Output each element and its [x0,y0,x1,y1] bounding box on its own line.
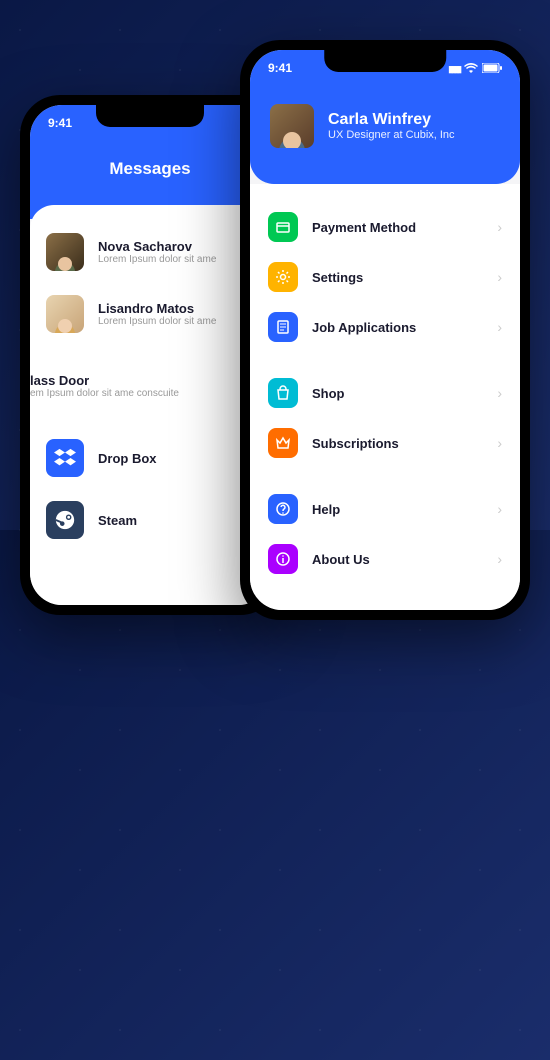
dropbox-icon [46,439,84,477]
card-icon [268,212,298,242]
menu-label: Subscriptions [312,436,483,451]
profile-subtitle: UX Designer at Cubix, Inc [328,129,455,141]
menu-label: Settings [312,270,483,285]
messages-list: Nova Sacharov Lorem Ipsum dolor sit ame … [30,205,270,605]
message-sender: lass Door [30,373,227,388]
menu-label: Help [312,502,483,517]
status-time: 9:41 [48,116,72,130]
menu-item-subscriptions[interactable]: Subscriptions › [250,418,520,468]
chevron-right-icon: › [497,269,502,285]
avatar [46,233,84,271]
phone-profile: 9:41 Carla Winfrey UX Designer at Cubix,… [240,40,530,620]
menu-item-shop[interactable]: Shop › [250,368,520,418]
message-text: Drop Box [98,451,254,466]
message-item[interactable]: Drop Box [30,427,270,489]
menu-label: Shop [312,386,483,401]
screen-profile: 9:41 Carla Winfrey UX Designer at Cubix,… [250,50,520,610]
message-preview: Lorem Ipsum dolor sit ame [98,316,254,327]
message-preview: em Ipsum dolor sit ame conscuite [30,388,227,399]
gap [30,411,270,427]
menu-item-settings[interactable]: Settings › [250,252,520,302]
message-item[interactable]: Lisandro Matos Lorem Ipsum dolor sit ame [30,283,270,345]
chevron-right-icon: › [497,551,502,567]
menu-item-about-us[interactable]: About Us › [250,534,520,584]
signal-icon [448,61,460,75]
message-text: Nova Sacharov Lorem Ipsum dolor sit ame [98,239,254,265]
menu-label: Job Applications [312,320,483,335]
message-sender: Lisandro Matos [98,301,254,316]
wifi-icon [464,63,478,73]
profile-name: Carla Winfrey [328,111,455,129]
help-icon [268,494,298,524]
chevron-right-icon: › [497,501,502,517]
crown-icon [268,428,298,458]
message-item[interactable]: Steam [30,489,270,551]
message-sender: Nova Sacharov [98,239,254,254]
gap [30,345,270,361]
profile-menu: Payment Method›Settings›Job Applications… [250,184,520,610]
doc-icon [268,312,298,342]
gear-icon [268,262,298,292]
status-time: 9:41 [268,61,292,75]
notch [96,105,204,127]
chevron-right-icon: › [497,435,502,451]
menu-item-job-applications[interactable]: Job Applications › [250,302,520,352]
message-text: Lisandro Matos Lorem Ipsum dolor sit ame [98,301,254,327]
profile-info: Carla Winfrey UX Designer at Cubix, Inc [328,111,455,141]
menu-gap [250,468,520,484]
battery-icon [482,63,502,73]
menu-gap [250,352,520,368]
menu-item-help[interactable]: Help › [250,484,520,534]
screen-messages: 9:41 Messages Nova Sacharov Lorem Ipsum … [30,105,270,605]
bag-icon [268,378,298,408]
message-sender: Drop Box [98,451,254,466]
menu-item-refer-a-friend[interactable]: Refer a Friend› [250,600,520,610]
message-text: Steam [98,513,254,528]
message-item[interactable]: lass Door em Ipsum dolor sit ame conscui… [30,361,270,411]
menu-label: Payment Method [312,220,483,235]
message-text: lass Door em Ipsum dolor sit ame conscui… [30,373,227,399]
notch [324,50,446,72]
menu-item-payment-method[interactable]: Payment Method › [250,202,520,252]
profile-header: Carla Winfrey UX Designer at Cubix, Inc [250,86,520,184]
steam-icon [46,501,84,539]
chevron-right-icon: › [497,385,502,401]
menu-gap [250,584,520,600]
chevron-right-icon: › [497,319,502,335]
info-icon [268,544,298,574]
chevron-right-icon: › [497,219,502,235]
status-icons [448,61,502,75]
messages-title: Messages [50,151,250,195]
avatar [46,295,84,333]
profile-avatar[interactable] [270,104,314,148]
message-preview: Lorem Ipsum dolor sit ame [98,254,254,265]
message-item[interactable]: Nova Sacharov Lorem Ipsum dolor sit ame [30,221,270,283]
menu-label: About Us [312,552,483,567]
message-sender: Steam [98,513,254,528]
